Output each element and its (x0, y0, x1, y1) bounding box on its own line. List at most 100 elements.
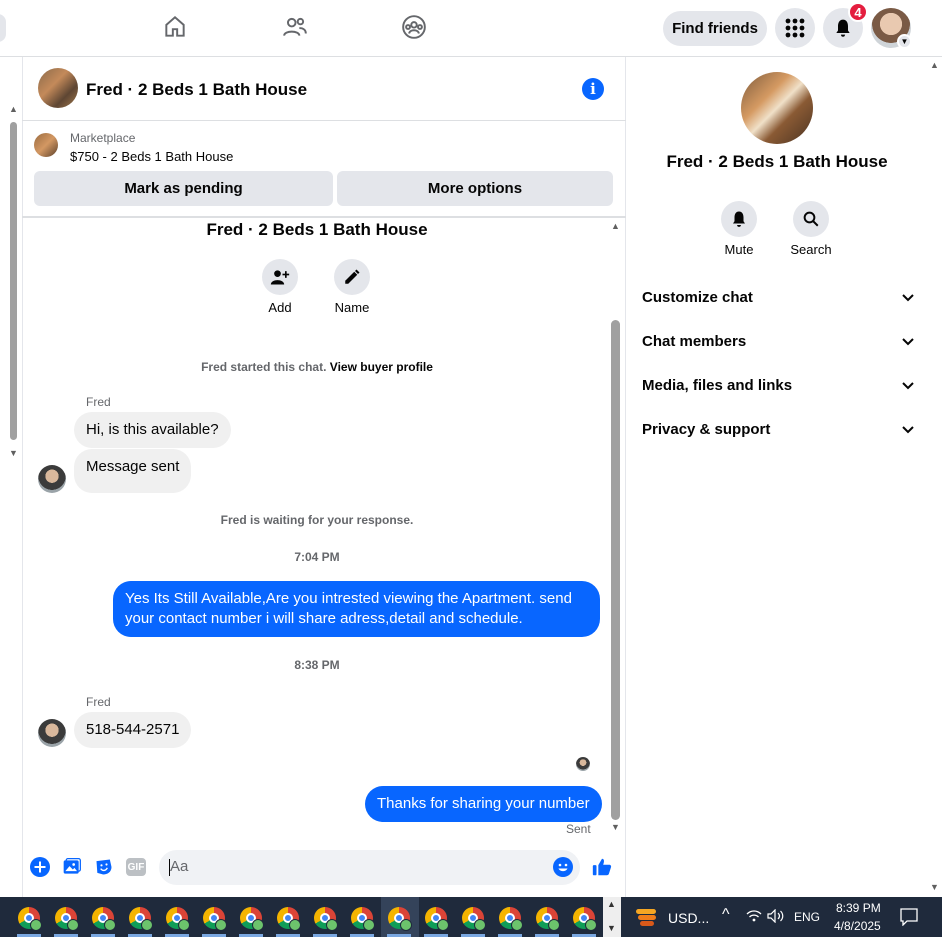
scroll-down-arrow-icon[interactable]: ▼ (9, 448, 18, 458)
timestamp: 8:38 PM (294, 658, 340, 672)
profile-badge-icon (141, 919, 153, 931)
language-indicator[interactable]: ENG (794, 910, 820, 924)
mute-button[interactable] (721, 201, 757, 237)
scroll-down-arrow-icon[interactable]: ▼ (611, 822, 620, 832)
taskbar-chrome-app[interactable] (347, 903, 377, 933)
search-button[interactable] (793, 201, 829, 237)
section-label: Media, files and links (642, 377, 793, 394)
taskbar-scroll-down-icon[interactable]: ▼ (607, 923, 616, 933)
friends-icon[interactable] (280, 12, 310, 42)
profile-badge-icon (548, 919, 560, 931)
taskbar-chrome-app[interactable] (495, 903, 525, 933)
more-actions-button[interactable] (29, 856, 51, 878)
profile-badge-icon (363, 919, 375, 931)
sender-avatar[interactable] (38, 465, 66, 493)
taskbar-chrome-app[interactable] (236, 903, 266, 933)
taskbar-chrome-app[interactable] (88, 903, 118, 933)
gif-button[interactable]: GIF (125, 856, 147, 878)
media-files-links-section[interactable]: Media, files and links (642, 377, 914, 394)
chevron-down-icon (902, 381, 914, 389)
outgoing-message-bubble[interactable]: Yes Its Still Available,Are you intreste… (113, 581, 600, 637)
profile-badge-icon (104, 919, 116, 931)
section-label: Customize chat (642, 289, 753, 306)
marketplace-label: Marketplace (70, 131, 136, 145)
outgoing-message-bubble[interactable]: Thanks for sharing your number (365, 786, 602, 822)
chevron-down-icon (902, 337, 914, 345)
currency-widget-text[interactable]: USD... (668, 910, 709, 926)
mark-as-pending-button[interactable]: Mark as pending (34, 171, 333, 206)
grid-icon (785, 18, 805, 38)
clock-time[interactable]: 8:39 PM (836, 901, 881, 915)
name-label: Name (334, 300, 370, 315)
chat-started-text: Fred started this chat. (201, 360, 327, 374)
info-icon[interactable]: i (582, 78, 604, 100)
thumbs-up-icon (592, 858, 612, 876)
photo-icon (63, 858, 81, 874)
currency-widget-icon[interactable] (636, 905, 658, 927)
listing-title[interactable]: $750 - 2 Beds 1 Bath House (70, 149, 233, 164)
incoming-message-bubble[interactable]: 518-544-2571 (74, 712, 192, 748)
incoming-message-bubble[interactable]: Message sent (74, 449, 192, 493)
bell-icon (836, 19, 850, 37)
notification-center-icon[interactable] (900, 908, 918, 926)
profile-badge-icon (30, 919, 42, 931)
taskbar-scroll-up-icon[interactable]: ▲ (607, 899, 616, 909)
messages-scrollbar-thumb[interactable] (611, 320, 620, 820)
chat-title[interactable]: Fred · 2 Beds 1 Bath House (86, 80, 307, 100)
sticker-button[interactable] (93, 856, 115, 878)
customize-chat-section[interactable]: Customize chat (642, 289, 914, 306)
message-input[interactable] (159, 850, 580, 885)
page-scrollbar-thumb[interactable] (10, 122, 17, 440)
taskbar-chrome-app[interactable] (51, 903, 81, 933)
view-buyer-profile-link[interactable]: View buyer profile (330, 360, 433, 374)
taskbar-chrome-app[interactable] (162, 903, 192, 933)
taskbar-chrome-app[interactable] (199, 903, 229, 933)
menu-grid-button[interactable] (775, 8, 815, 48)
listing-thumbnail[interactable] (34, 133, 58, 157)
taskbar-chrome-app[interactable] (421, 903, 451, 933)
chat-avatar[interactable] (38, 68, 78, 108)
search-label: Search (790, 242, 832, 257)
sender-name: Fred (86, 695, 111, 709)
speaker-icon[interactable] (767, 909, 785, 923)
taskbar-chrome-app[interactable] (458, 903, 488, 933)
wifi-icon[interactable] (746, 909, 762, 923)
find-friends-button[interactable]: Find friends (663, 11, 767, 46)
home-icon[interactable] (160, 12, 190, 42)
message-status: Sent (566, 822, 591, 836)
more-options-button[interactable]: More options (337, 171, 613, 206)
emoji-button[interactable] (552, 856, 574, 878)
scroll-down-arrow-icon[interactable]: ▼ (930, 882, 939, 892)
taskbar-chrome-app[interactable] (273, 903, 303, 933)
add-person-icon (270, 270, 290, 285)
smiley-icon (553, 857, 573, 877)
taskbar-chrome-app[interactable] (532, 903, 562, 933)
tray-expand-icon[interactable]: ^ (722, 906, 730, 924)
taskbar-chrome-app[interactable] (14, 903, 44, 933)
chevron-down-icon (902, 293, 914, 301)
sender-avatar[interactable] (38, 719, 66, 747)
groups-icon[interactable] (399, 12, 429, 42)
chevron-down-icon[interactable]: ▼ (897, 34, 912, 49)
incoming-message-bubble[interactable]: Hi, is this available? (74, 412, 231, 448)
chat-members-section[interactable]: Chat members (642, 333, 914, 350)
attach-photo-button[interactable] (61, 856, 83, 878)
profile-badge-icon (474, 919, 486, 931)
name-chat-button[interactable] (334, 259, 370, 295)
plus-circle-icon (30, 857, 50, 877)
clock-date[interactable]: 4/8/2025 (834, 919, 881, 933)
privacy-support-section[interactable]: Privacy & support (642, 421, 914, 438)
taskbar-chrome-app[interactable] (310, 903, 340, 933)
taskbar-chrome-app[interactable] (384, 903, 414, 933)
like-button[interactable] (591, 856, 613, 878)
scroll-up-arrow-icon[interactable]: ▲ (930, 60, 939, 70)
taskbar-chrome-app[interactable] (125, 903, 155, 933)
pencil-icon (345, 269, 360, 284)
scroll-up-arrow-icon[interactable]: ▲ (9, 104, 18, 114)
scroll-up-arrow-icon[interactable]: ▲ (611, 221, 620, 231)
add-people-button[interactable] (262, 259, 298, 295)
taskbar-chrome-app[interactable] (569, 903, 599, 933)
conversation-avatar[interactable] (741, 72, 813, 144)
taskbar-scroll[interactable]: ▲ ▼ (603, 897, 621, 937)
mute-label: Mute (724, 242, 754, 257)
